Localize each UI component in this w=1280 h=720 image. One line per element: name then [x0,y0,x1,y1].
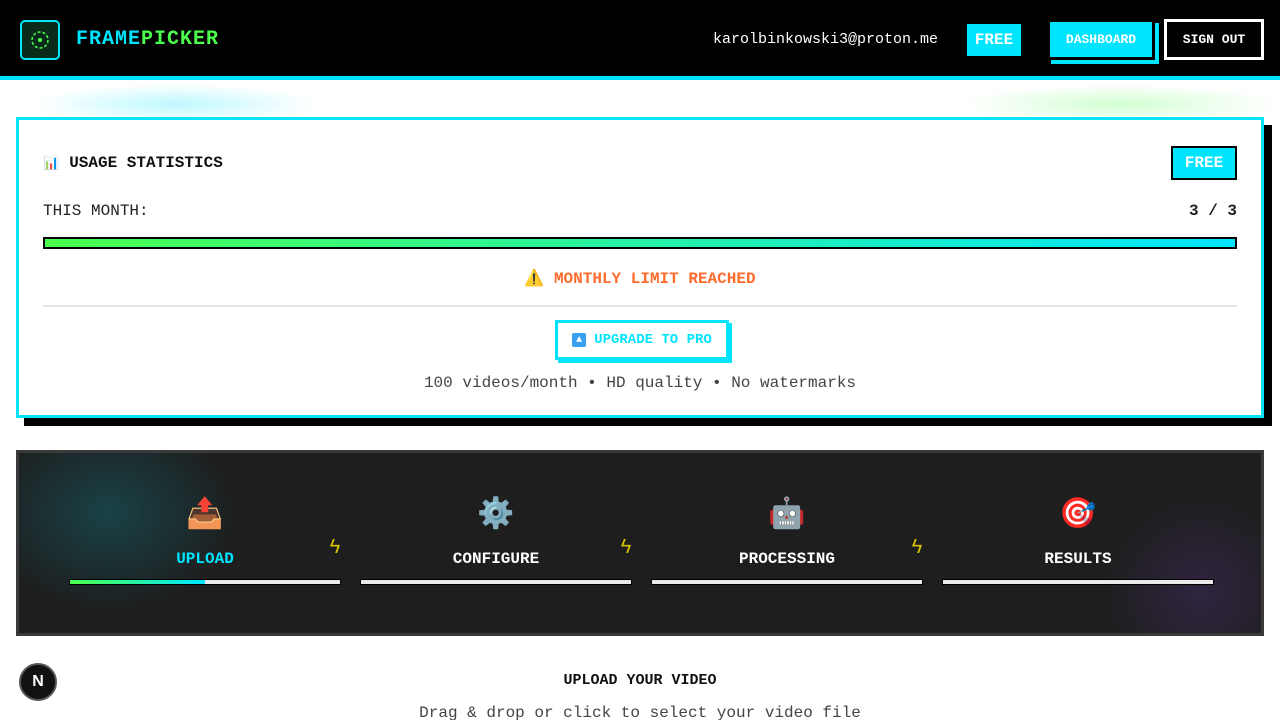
step-label: CONFIGURE [452,550,540,568]
logo[interactable] [20,20,60,60]
brand-part-frame: FRAME [76,28,142,51]
step-progress-bar [942,579,1214,585]
user-email: karolbinkowski3@proton.me [713,31,939,48]
upload-title: UPLOAD YOUR VIDEO [563,672,717,689]
plan-badge: FREE [967,24,1021,56]
lightning-icon: ϟ [329,537,342,560]
step-progress-fill [70,580,205,584]
limit-warning: ⚠️ MONTHLY LIMIT REACHED [19,268,1261,288]
step-label: RESULTS [1044,550,1112,568]
usage-progress-bar [43,237,1237,249]
upgrade-button-label: UPGRADE TO PRO [594,332,712,348]
warning-icon: ⚠️ [524,270,545,288]
usage-plan-badge: FREE [1171,146,1237,180]
usage-statistics-card: 📊 USAGE STATISTICS FREE THIS MONTH: 3 / … [16,117,1264,418]
usage-progress-fill [45,239,1235,247]
dashboard-button-label: DASHBOARD [1065,32,1137,47]
step-results[interactable]: 🎯 RESULTS [942,497,1214,597]
gear-icon: ⚙️ [477,499,515,533]
lightning-icon: ϟ [911,537,924,560]
usage-count: 3 / 3 [1188,202,1237,220]
up-arrow-icon: ▲ [572,333,587,347]
outbox-tray-icon: 📤 [186,499,224,533]
brand-name[interactable]: FRAMEPICKER [76,28,219,51]
step-label: PROCESSING [738,550,835,568]
step-configure[interactable]: ⚙️ CONFIGURE [360,497,632,597]
usage-title: 📊 USAGE STATISTICS [43,154,223,172]
upgrade-benefits: 100 videos/month • HD quality • No water… [423,374,857,392]
sign-out-button[interactable]: SIGN OUT [1164,19,1264,60]
target-icon: 🎯 [1059,499,1097,533]
step-progress-bar [651,579,923,585]
robot-icon: 🤖 [768,499,806,533]
usage-title-text: USAGE STATISTICS [69,154,223,172]
step-progress-bar [360,579,632,585]
chart-icon: 📊 [43,155,60,171]
target-icon [31,31,49,49]
divider [43,305,1237,307]
dashboard-button[interactable]: DASHBOARD [1047,19,1155,60]
lightning-icon: ϟ [620,537,633,560]
step-label: UPLOAD [176,550,234,568]
dev-tools-badge[interactable]: N [19,663,57,701]
step-upload[interactable]: 📤 UPLOAD [69,497,341,597]
workflow-steps-panel: 📤 UPLOAD ϟ ⚙️ CONFIGURE ϟ 🤖 PROCESSING ϟ… [16,450,1264,636]
brand-part-picker: PICKER [141,28,220,51]
top-nav: FRAMEPICKER karolbinkowski3@proton.me FR… [0,0,1280,80]
upload-dropzone-hint[interactable]: Drag & drop or click to select your vide… [0,704,1280,720]
limit-warning-text: MONTHLY LIMIT REACHED [553,270,756,288]
step-progress-bar [69,579,341,585]
step-processing[interactable]: 🤖 PROCESSING [651,497,923,597]
upgrade-to-pro-button[interactable]: ▲ UPGRADE TO PRO [555,320,729,360]
month-label: THIS MONTH: [43,202,149,220]
